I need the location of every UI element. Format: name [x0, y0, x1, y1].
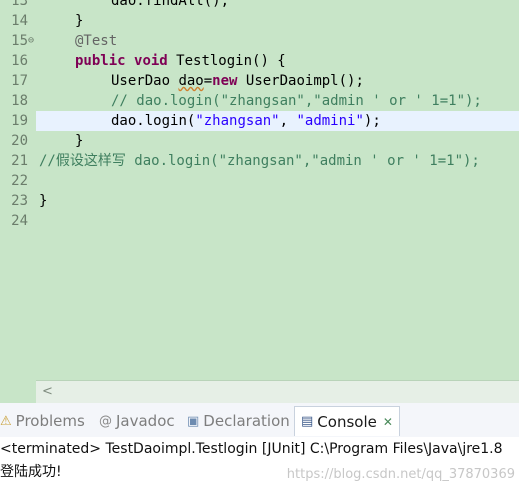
- code-editor[interactable]: 13 14 15 ⊖ 16 17 18 19 20 21 22 23 24 da…: [0, 0, 519, 403]
- line-number: 19: [11, 113, 28, 129]
- line-number: 21: [11, 153, 28, 169]
- code-line-15: @Test: [75, 33, 118, 49]
- fold-collapse-icon[interactable]: ⊖: [28, 31, 36, 51]
- declaration-icon: ▣: [187, 413, 200, 429]
- line-number: 17: [11, 73, 28, 89]
- javadoc-icon: @: [99, 413, 112, 429]
- code-line-18: // dao.login("zhangsan","admin ' or ' 1=…: [111, 93, 482, 109]
- tab-declaration[interactable]: ▣ Declaration: [187, 406, 290, 436]
- line-number: 16: [11, 53, 28, 69]
- line-number: 20: [11, 133, 28, 149]
- problems-icon: ⚠: [0, 413, 12, 429]
- console-icon: ▤: [301, 414, 314, 429]
- line-number: 14: [11, 13, 28, 29]
- console-status-line: <terminated> TestDaoimpl.Testlogin [JUni…: [0, 441, 503, 457]
- console-output-line: 登陆成功!: [0, 464, 62, 480]
- tab-javadoc[interactable]: @ Javadoc: [99, 406, 175, 436]
- tab-console[interactable]: ▤ Console ✕: [294, 406, 400, 436]
- horizontal-scrollbar[interactable]: <: [36, 380, 519, 403]
- close-tab-icon[interactable]: ✕: [383, 415, 393, 429]
- line-number: 13: [11, 0, 28, 9]
- tab-label: Console: [317, 412, 377, 431]
- line-number: 23: [11, 193, 28, 209]
- line-number: 15: [11, 33, 28, 49]
- line-number: 24: [11, 213, 28, 229]
- tab-label: Problems: [15, 412, 85, 430]
- tab-problems[interactable]: ⚠ Problems: [0, 406, 85, 436]
- code-line-17: UserDao dao=new UserDaoimpl();: [111, 73, 364, 89]
- code-line-21: //假设这样写 dao.login("zhangsan","admin ' or…: [39, 153, 480, 169]
- console-output[interactable]: <terminated> TestDaoimpl.Testlogin [JUni…: [0, 437, 519, 492]
- tab-label: Declaration: [203, 412, 290, 430]
- line-number-gutter: 13 14 15 ⊖ 16 17 18 19 20 21 22 23 24: [0, 0, 36, 380]
- code-line-19: dao.login("zhangsan", "admini");: [111, 113, 381, 129]
- line-number: 22: [11, 173, 28, 189]
- watermark: https://blog.csdn.net/qq_37870369: [286, 467, 515, 482]
- tab-label: Javadoc: [116, 412, 175, 430]
- code-area[interactable]: dao.findAll(); } @Test public void Testl…: [36, 0, 519, 380]
- gutter-bottom: [0, 380, 36, 403]
- code-line-13: dao.findAll();: [111, 0, 230, 9]
- line-number: 18: [11, 93, 28, 109]
- scroll-left-icon[interactable]: <: [42, 384, 53, 399]
- code-line-14: }: [75, 13, 84, 29]
- code-line-16: public void Testlogin() {: [75, 53, 286, 69]
- code-line-23: }: [39, 193, 48, 209]
- view-tab-bar: ⚠ Problems @ Javadoc ▣ Declaration ▤ Con…: [0, 403, 519, 438]
- code-line-20: }: [75, 133, 84, 149]
